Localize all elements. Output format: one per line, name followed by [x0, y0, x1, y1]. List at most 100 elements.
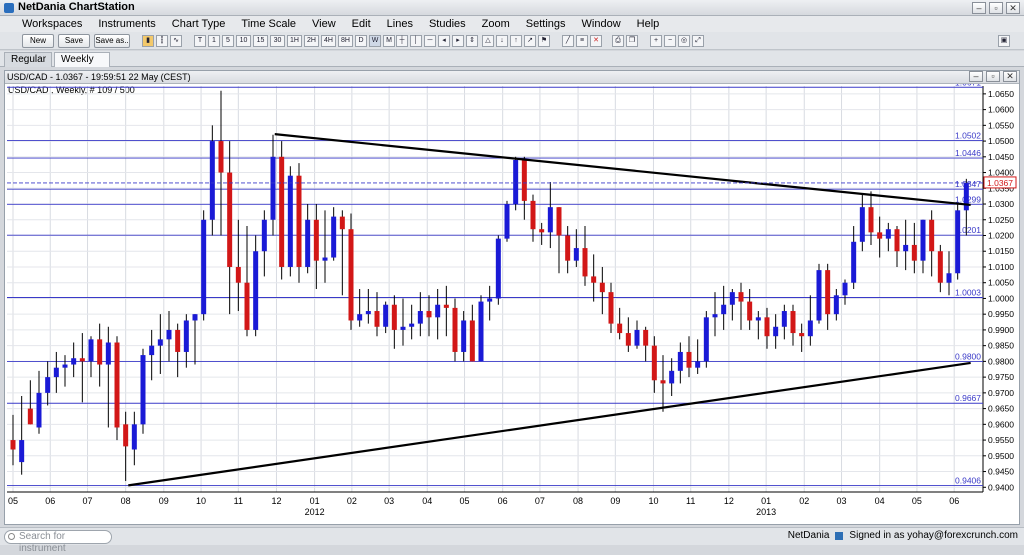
candle-body [201, 219, 207, 315]
candle-body [227, 172, 233, 267]
x-tick-label: 06 [949, 496, 959, 506]
menu-instruments[interactable]: Instruments [90, 16, 163, 32]
timeframe-8h-button[interactable]: 8H [338, 35, 353, 47]
candle-body [365, 311, 371, 315]
delete-lines-icon[interactable]: ✕ [590, 35, 602, 47]
candle-body [36, 392, 42, 428]
timeframe-w-button[interactable]: W [369, 35, 381, 47]
arrow-up-icon[interactable]: ↑ [510, 35, 522, 47]
status-bar: Search for instrument NetDania Signed in… [0, 527, 1024, 554]
arrow-diag-icon[interactable]: ↗ [524, 35, 536, 47]
candle-body [331, 216, 337, 258]
timeframe-1h-button[interactable]: 1H [287, 35, 302, 47]
tab-weekly[interactable]: Weekly ✕ [54, 52, 110, 78]
zoom-fit-icon[interactable]: ⤢ [692, 35, 704, 47]
timeframe-t-button[interactable]: T [194, 35, 206, 47]
zoom-reset-icon[interactable]: ◎ [678, 35, 690, 47]
candle-body [218, 141, 224, 173]
menu-settings[interactable]: Settings [518, 16, 574, 32]
arrow-flag-icon[interactable]: ⚑ [538, 35, 550, 47]
candle-body [582, 248, 588, 277]
crosshair-icon[interactable]: ┼ [396, 35, 408, 47]
x-tick-label: 11 [686, 496, 695, 506]
zoom-out-icon[interactable]: − [664, 35, 676, 47]
bell-icon[interactable]: △ [482, 35, 494, 47]
chart-window-titlebar: USD/CAD - 1.0367 - 19:59:51 22 May (CEST… [5, 71, 1019, 84]
y-tick-label: 0.9550 [988, 435, 1014, 445]
candle-body [573, 248, 579, 261]
menu-edit[interactable]: Edit [344, 16, 379, 32]
scroll-right-icon[interactable]: ▸ [452, 35, 464, 47]
print-icon[interactable]: ⎙ [612, 35, 624, 47]
timeframe-15-button[interactable]: 15 [253, 35, 268, 47]
candle-body [738, 292, 744, 302]
candle-body [868, 207, 874, 233]
x-tick-label: 06 [498, 496, 508, 506]
menu-window[interactable]: Window [574, 16, 629, 32]
copy-icon[interactable]: ❐ [626, 35, 638, 47]
x-tick-label: 10 [648, 496, 658, 506]
horizontal-line-icon[interactable]: ─ [424, 35, 436, 47]
expand-toolbar-icon[interactable]: ▣ [998, 35, 1010, 47]
new-button[interactable]: New [22, 34, 54, 48]
timeframe-2h-button[interactable]: 2H [304, 35, 319, 47]
menu-lines[interactable]: Lines [379, 16, 421, 32]
scroll-left-icon[interactable]: ◂ [438, 35, 450, 47]
candle-body [816, 270, 822, 321]
y-tick-label: 1.0500 [988, 136, 1014, 146]
line-chart-icon[interactable]: ∿ [170, 35, 182, 47]
candle-body [296, 175, 302, 267]
price-chart[interactable]: USD/CAD , Weekly, # 109 / 50005 06 07 08 09 1… [5, 84, 1019, 524]
bar-chart-icon[interactable]: ┇ [156, 35, 168, 47]
candle-body [825, 270, 831, 315]
candle-body [937, 251, 943, 283]
close-button[interactable]: ✕ [1006, 2, 1020, 14]
restore-button[interactable]: ▫ [989, 2, 1003, 14]
candle-body [556, 207, 562, 236]
fibonacci-icon[interactable]: ≡ [576, 35, 588, 47]
candle-body [469, 320, 475, 362]
x-tick-label: 09 [610, 496, 620, 506]
timeframe-d-button[interactable]: D [355, 35, 367, 47]
chart-restore-button[interactable]: ▫ [986, 71, 1000, 82]
chart-minimize-button[interactable]: – [969, 71, 983, 82]
menu-zoom[interactable]: Zoom [474, 16, 518, 32]
minimize-button[interactable]: – [972, 2, 986, 14]
level-label: 0.9667 [955, 393, 981, 403]
chart-close-button[interactable]: ✕ [1003, 71, 1017, 82]
timeframe-m-button[interactable]: M [383, 35, 395, 47]
timeframe-5-button[interactable]: 5 [222, 35, 234, 47]
candle-body [166, 329, 172, 340]
status-right: NetDania Signed in as yohay@forexcrunch.… [788, 530, 1018, 541]
arrow-down-icon[interactable]: ↓ [496, 35, 508, 47]
menu-chart-type[interactable]: Chart Type [164, 16, 234, 32]
candle-body [781, 311, 787, 327]
candle-body [426, 311, 432, 318]
timeframe-30-button[interactable]: 30 [270, 35, 285, 47]
menu-workspaces[interactable]: Workspaces [14, 16, 90, 32]
menu-help[interactable]: Help [629, 16, 668, 32]
timeframe-1-button[interactable]: 1 [208, 35, 220, 47]
zoom-in-icon[interactable]: + [650, 35, 662, 47]
y-tick-label: 0.9800 [988, 356, 1014, 366]
x-tick-label: 09 [159, 496, 169, 506]
trendline-icon[interactable]: ╱ [562, 35, 574, 47]
vertical-line-icon[interactable]: │ [410, 35, 422, 47]
save-as-button[interactable]: Save as.. [94, 34, 130, 48]
menu-studies[interactable]: Studies [421, 16, 474, 32]
candle-body [261, 219, 267, 252]
y-tick-label: 0.9650 [988, 404, 1014, 414]
save-button[interactable]: Save [58, 34, 90, 48]
menu-time-scale[interactable]: Time Scale [233, 16, 304, 32]
menu-view[interactable]: View [304, 16, 344, 32]
x-tick-label: 08 [573, 496, 583, 506]
tab-regular[interactable]: Regular [4, 52, 52, 67]
candle-body [911, 244, 917, 261]
scale-icon[interactable]: ⇕ [466, 35, 478, 47]
level-label: 1.0446 [955, 148, 981, 158]
candle-chart-icon[interactable]: ▮ [142, 35, 154, 47]
timeframe-10-button[interactable]: 10 [236, 35, 251, 47]
timeframe-4h-button[interactable]: 4H [321, 35, 336, 47]
search-input[interactable]: Search for instrument [4, 530, 112, 554]
candle-body [634, 329, 640, 346]
